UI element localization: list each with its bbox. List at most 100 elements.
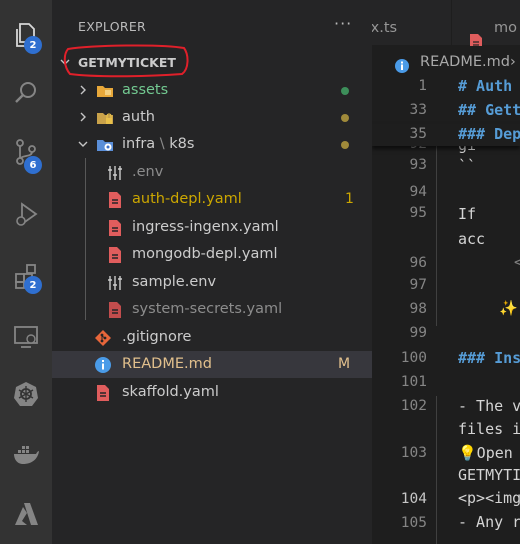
tree-item-label: mongodb-depl.yaml — [132, 246, 278, 262]
tree-item-readme[interactable]: README.md M — [52, 351, 372, 378]
info-icon — [394, 54, 410, 73]
tree-item-skaffold[interactable]: skaffold.yaml — [52, 379, 372, 406]
sticky-line[interactable]: 33 ## Gett — [372, 100, 520, 124]
more-actions-button[interactable]: ··· — [334, 14, 352, 33]
search-icon — [15, 82, 36, 103]
tree-item-sample-env[interactable]: sample.env — [52, 269, 372, 296]
line-number: 95 — [409, 205, 427, 221]
settings-file-icon — [106, 274, 124, 292]
yaml-file-icon — [106, 191, 124, 209]
line-number: 33 — [409, 102, 427, 118]
code-line[interactable]: < — [514, 253, 520, 271]
code-line[interactable]: 💡Open — [458, 444, 513, 462]
modified-dot — [341, 141, 349, 149]
line-number: 1 — [418, 78, 427, 94]
docker-activity-button[interactable] — [0, 428, 52, 480]
breadcrumb: README.md › — [372, 46, 520, 74]
tab-mongodb[interactable]: mo — [453, 0, 520, 46]
code-line[interactable]: - Any r — [458, 513, 520, 531]
folder-assets-icon — [96, 82, 114, 100]
chevron-right-icon — [80, 85, 86, 95]
tree-item-label: skaffold.yaml — [122, 384, 219, 400]
code-line[interactable]: ### Ins — [458, 349, 520, 367]
line-number: 102 — [400, 398, 427, 414]
tab-index-ts[interactable]: ex.ts — [372, 0, 452, 46]
run-debug-icon — [16, 202, 38, 226]
tree-item-assets[interactable]: assets — [52, 77, 372, 104]
untracked-dot — [341, 87, 349, 95]
chevron-right-icon — [80, 112, 86, 122]
tree-item-label: ingress-ingenx.yaml — [132, 219, 279, 235]
tab-label: mo — [494, 20, 517, 36]
yaml-file-icon — [94, 384, 112, 402]
line-number: 98 — [409, 301, 427, 317]
tree-item-auth-depl[interactable]: auth-depl.yaml 1 — [52, 186, 372, 213]
explorer-badge: 2 — [24, 36, 42, 54]
problems-count: 1 — [345, 191, 354, 207]
line-number: 99 — [409, 325, 427, 341]
code-line[interactable]: `` — [458, 157, 476, 175]
tree-item-infra-k8s[interactable]: infra \ k8s — [52, 131, 372, 158]
code-line[interactable]: acc — [458, 230, 485, 248]
modified-status: M — [338, 356, 351, 372]
line-number: 97 — [409, 277, 427, 293]
folder-lock-icon — [96, 109, 114, 127]
line-number-current: 104 — [400, 491, 427, 507]
tree-item-gitignore[interactable]: .gitignore — [52, 324, 372, 351]
code-line: # Auth — [458, 77, 513, 95]
tree-item-label: .env — [132, 164, 164, 180]
root-folder-row[interactable]: GETMYTICKET — [52, 44, 372, 78]
tree-item-env[interactable]: .env — [52, 159, 372, 186]
indent-guide — [436, 136, 437, 326]
tree-item-label: sample.env — [132, 274, 217, 290]
sticky-line[interactable]: 1 # Auth — [372, 76, 520, 100]
editor-area: ex.ts mo README.md › 92 gi 93 `` 94 — [372, 0, 520, 544]
yaml-file-icon — [106, 219, 124, 237]
tree-item-system-secrets[interactable]: system-secrets.yaml — [52, 296, 372, 323]
kubernetes-activity-button[interactable] — [0, 368, 52, 420]
sticky-line[interactable]: 35 ### Dep — [372, 124, 520, 146]
explorer-title: EXPLORER — [78, 19, 147, 34]
line-number: 35 — [409, 126, 427, 142]
code-line[interactable]: <p><img — [458, 489, 520, 507]
modified-dot — [341, 114, 349, 122]
line-number: 100 — [400, 350, 427, 366]
breadcrumb-separator: › — [510, 54, 516, 70]
breadcrumb-file[interactable]: README.md — [420, 46, 510, 78]
run-debug-activity-button[interactable] — [0, 188, 52, 240]
tree-item-label: .gitignore — [122, 329, 192, 345]
line-number: 101 — [400, 374, 427, 390]
explorer-header: EXPLORER ··· — [52, 0, 372, 46]
indent-guide — [436, 396, 437, 544]
azure-activity-button[interactable] — [0, 488, 52, 540]
kubernetes-icon — [14, 382, 38, 406]
line-number: 94 — [409, 184, 427, 200]
azure-icon — [15, 503, 38, 525]
code-line: ## Gett — [458, 101, 520, 119]
tree-item-label: auth-depl.yaml — [132, 191, 242, 207]
code-line[interactable]: ✨ — [499, 299, 518, 317]
tree-item-label: assets — [122, 82, 169, 98]
code-line[interactable]: GETMYTI — [458, 466, 520, 484]
code-line[interactable]: files i — [458, 420, 520, 438]
folder-kubernetes-icon — [96, 136, 114, 154]
activity-bar: 2 6 2 — [0, 0, 52, 544]
tree-item-auth[interactable]: auth — [52, 104, 372, 131]
search-activity-button[interactable] — [0, 67, 52, 119]
path-separator: \ — [159, 136, 165, 152]
chevron-down-icon — [78, 141, 88, 147]
code-line[interactable]: - The v — [458, 397, 520, 415]
explorer-activity-button[interactable] — [0, 9, 52, 61]
line-number: 93 — [409, 157, 427, 173]
code-line[interactable]: If — [458, 205, 476, 223]
extensions-activity-button[interactable] — [0, 250, 52, 302]
tab-label: ex.ts — [372, 20, 398, 36]
docker-icon — [14, 446, 39, 464]
git-file-icon — [94, 329, 112, 347]
line-number: 105 — [400, 515, 427, 531]
yaml-file-icon — [106, 301, 124, 319]
tree-item-ingress[interactable]: ingress-ingenx.yaml — [52, 214, 372, 241]
remote-explorer-activity-button[interactable] — [0, 310, 52, 362]
tree-item-mongodb[interactable]: mongodb-depl.yaml — [52, 241, 372, 268]
tree-item-sublabel: k8s — [169, 136, 195, 152]
